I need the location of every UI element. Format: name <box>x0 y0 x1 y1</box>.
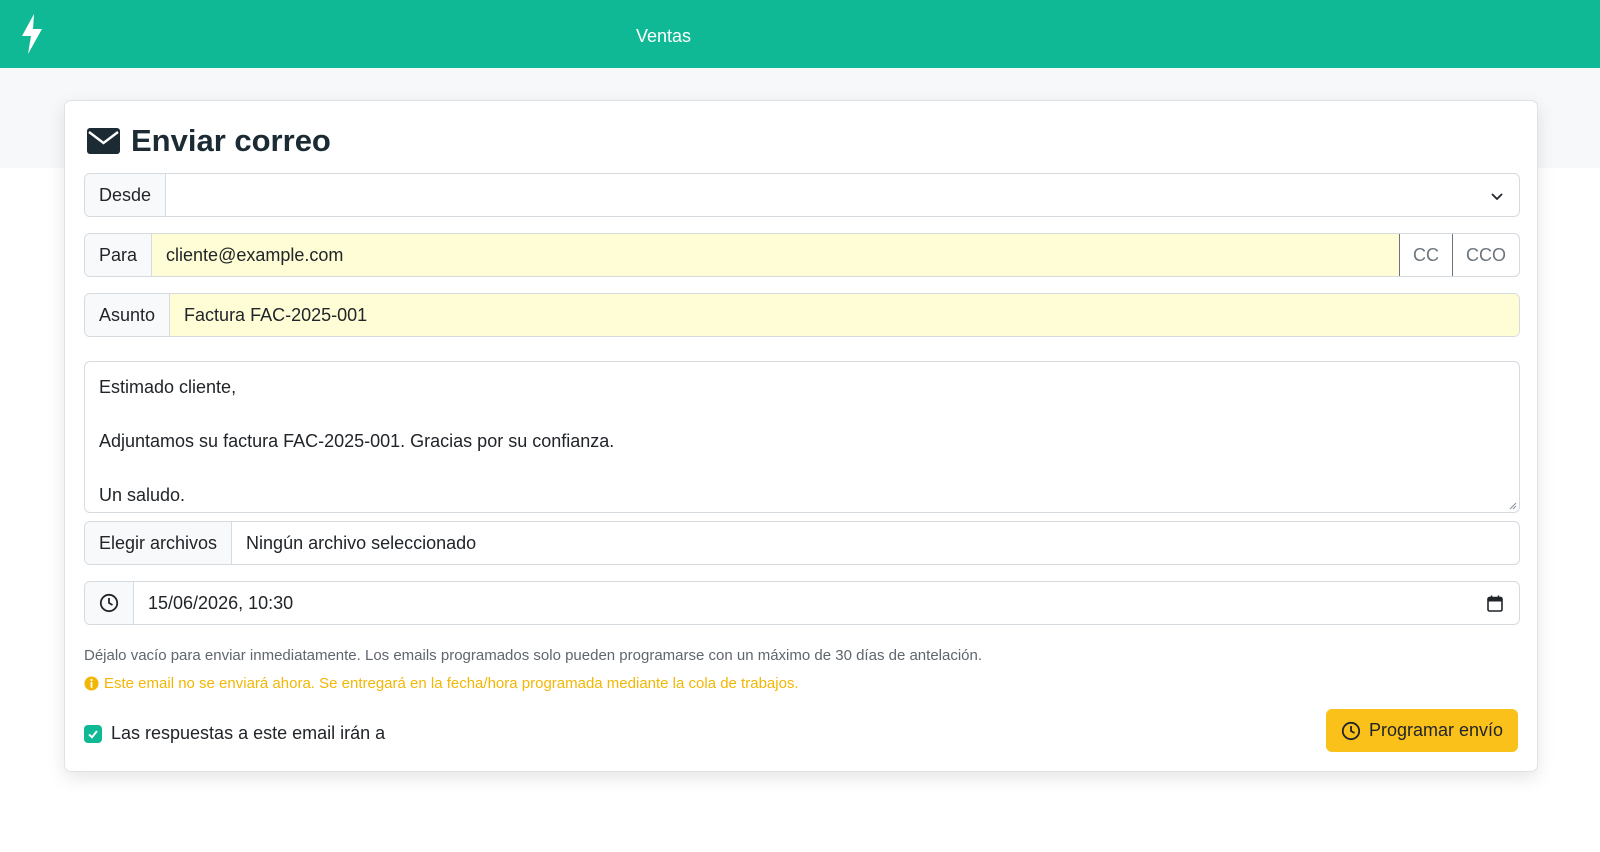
card-header: Enviar correo <box>87 121 331 161</box>
email-card: Enviar correo Desde Para cliente@example… <box>64 100 1538 772</box>
reply-to-row: Las respuestas a este email irán a <box>84 723 385 744</box>
reply-to-checkbox[interactable] <box>84 724 102 743</box>
from-select[interactable] <box>166 174 1519 216</box>
cc-bcc-buttons: CC CCO <box>1399 234 1519 276</box>
schedule-addon <box>85 582 134 624</box>
schedule-group: 15/06/2026, 10:30 <box>84 581 1520 625</box>
calendar-icon[interactable] <box>1487 595 1503 612</box>
envelope-icon <box>87 128 120 154</box>
cc-button[interactable]: CC <box>1400 234 1452 276</box>
schedule-input[interactable]: 15/06/2026, 10:30 <box>134 582 1519 624</box>
reply-to-label: Las respuestas a este email irán a <box>111 723 386 743</box>
info-icon <box>84 676 99 691</box>
body-line: Un saludo. <box>99 485 186 505</box>
chevron-down-icon <box>1491 193 1503 201</box>
body-textarea[interactable]: Estimado cliente, Adjuntamos su factura … <box>84 361 1520 513</box>
resize-handle-icon[interactable] <box>1507 500 1517 510</box>
schedule-send-label: Programar envío <box>1368 720 1504 740</box>
subject-group: Asunto Factura FAC-2025-001 <box>84 293 1520 337</box>
body-line <box>99 401 1505 428</box>
warning-text: Este email no se enviará ahora. Se entre… <box>104 675 799 692</box>
body-line: Adjuntamos su factura FAC-2025-001. Grac… <box>99 431 615 451</box>
from-group: Desde <box>84 173 1520 217</box>
schedule-value: 15/06/2026, 10:30 <box>148 592 294 613</box>
file-status: Ningún archivo seleccionado <box>246 532 477 553</box>
body-line <box>99 455 1505 482</box>
from-label: Desde <box>85 174 167 216</box>
subject-input[interactable]: Factura FAC-2025-001 <box>170 294 1519 336</box>
schedule-send-button[interactable]: Programar envío <box>1326 709 1518 752</box>
clock-icon <box>1341 721 1361 740</box>
schedule-help-text: Déjalo vacío para enviar inmediatamente.… <box>84 647 983 664</box>
bcc-button[interactable]: CCO <box>1452 234 1519 276</box>
to-label: Para <box>85 234 153 276</box>
check-icon <box>88 729 98 739</box>
to-group: Para cliente@example.com CC CCO <box>84 233 1520 277</box>
bolt-icon[interactable] <box>20 14 44 54</box>
body-line: Estimado cliente, <box>99 377 237 397</box>
attachments-group: Elegir archivos Ningún archivo seleccion… <box>84 521 1520 565</box>
page-title: Ventas <box>636 26 692 46</box>
top-navbar: Ventas <box>0 0 1600 68</box>
subject-label: Asunto <box>85 294 171 336</box>
clock-icon <box>99 593 119 613</box>
choose-files-button[interactable]: Elegir archivos <box>85 522 233 564</box>
card-title: Enviar correo <box>131 123 331 158</box>
schedule-warning: Este email no se enviará ahora. Se entre… <box>84 675 799 692</box>
to-input[interactable]: cliente@example.com <box>152 234 1399 276</box>
